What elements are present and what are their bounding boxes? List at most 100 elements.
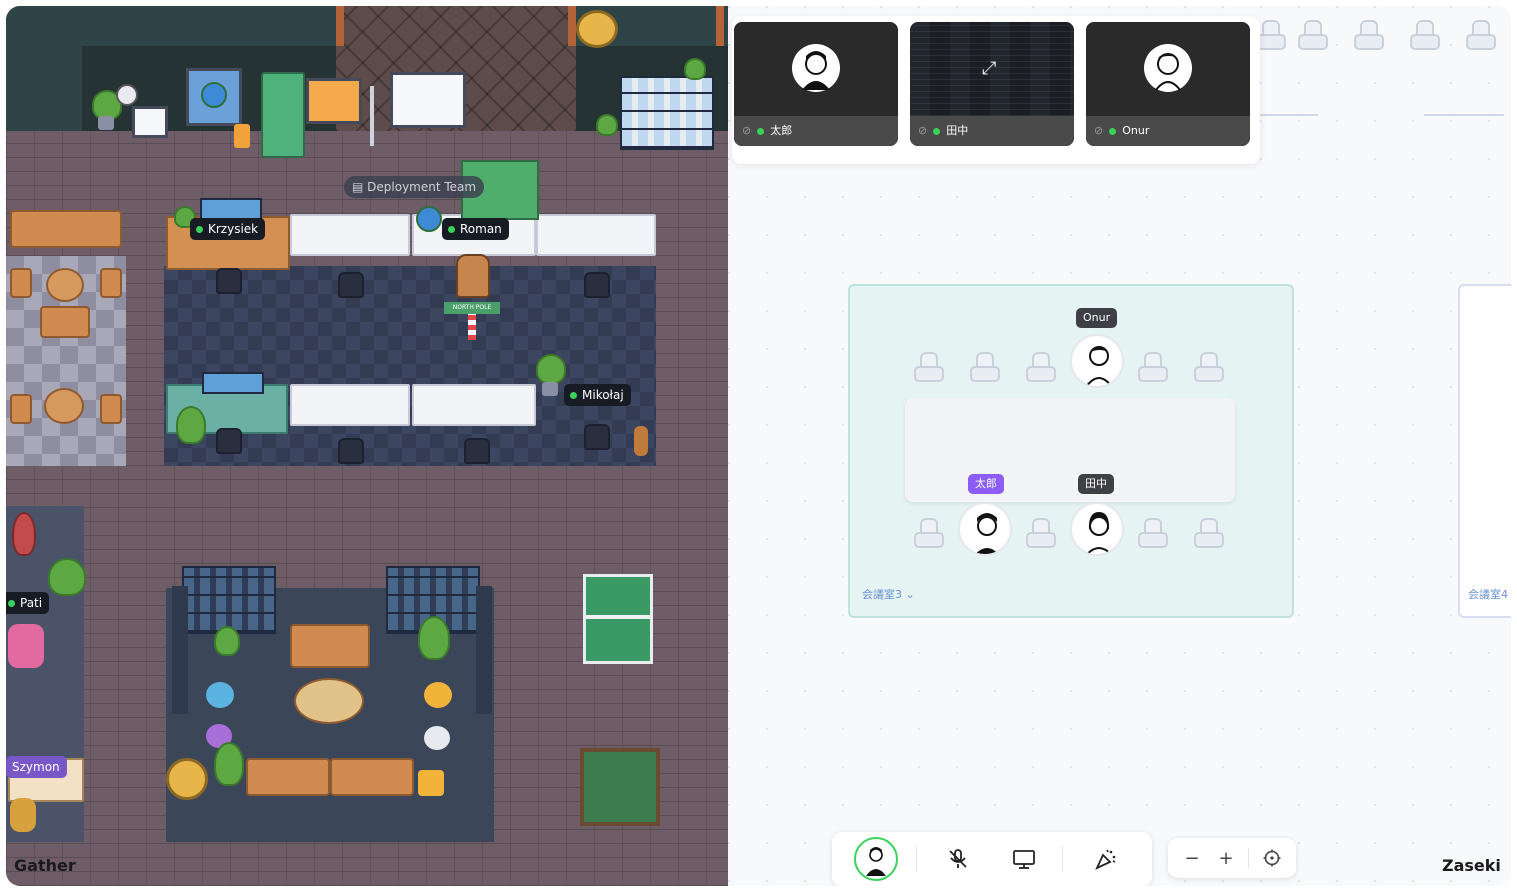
video-tile[interactable]: ⤢ ⊘ 田中 [910,22,1074,146]
avatar [792,44,840,92]
player-avatar-roman[interactable] [456,254,490,298]
desk[interactable] [412,384,536,426]
monitor-icon [200,198,262,220]
online-dot [757,127,765,135]
beanbag[interactable] [206,682,234,708]
player-tag[interactable]: Krzysiek [190,218,266,240]
seat[interactable] [1256,20,1286,50]
player-tag[interactable]: Mikołaj [564,384,631,406]
mic-muted-icon: ⊘ [1094,124,1104,137]
sofa [290,624,370,668]
online-dot [8,600,15,607]
desk[interactable] [536,214,656,256]
expand-icon[interactable]: ⤢ [982,58,996,79]
ping-pong-table[interactable] [583,574,653,664]
chair [100,394,122,424]
video-tile[interactable]: ⊘ Onur [1086,22,1250,146]
desk[interactable] [290,384,410,426]
office-chair[interactable] [338,272,364,298]
online-dot [570,392,577,399]
chair [100,268,122,298]
self-avatar-button[interactable] [854,837,898,881]
beanbag[interactable] [424,682,452,708]
sofa [246,758,330,796]
chair [10,268,32,298]
seat[interactable] [1194,352,1224,382]
mic-muted-icon: ⊘ [918,124,928,137]
chart-board-icon [132,106,168,138]
whiteboard[interactable] [390,72,466,128]
effects-icon[interactable] [1088,841,1124,877]
screen-share-icon[interactable] [1006,841,1042,877]
meeting-room-next[interactable]: 会議室4 [1458,284,1511,618]
armchair [8,624,44,668]
gong-icon[interactable] [166,758,208,800]
stool [418,770,444,796]
app-frame: NORTH POLE ▤ Deployment Team Krzysiek Ro… [6,6,1511,886]
seat[interactable] [1194,518,1224,548]
divider [1424,114,1504,116]
video-tile-bar: ⊘ 太郎 [734,116,898,146]
office-chair[interactable] [216,268,242,294]
room-label[interactable]: 会議室3 ⌄ [862,586,915,602]
seat[interactable] [1466,20,1496,50]
beanbag[interactable] [424,726,450,750]
lounge-wall [172,586,188,714]
seat[interactable] [914,352,944,382]
room-label-text: 会議室3 [862,588,902,601]
zoom-out-button[interactable]: − [1178,844,1206,872]
desk[interactable] [290,214,410,256]
mic-muted-icon[interactable] [940,841,976,877]
office-chair[interactable] [464,438,490,464]
plant-icon [176,406,206,444]
foosball-table[interactable] [580,748,660,826]
plant-icon [596,114,618,136]
plant-pot [98,116,114,130]
seat[interactable] [1354,20,1384,50]
office-chair[interactable] [584,272,610,298]
seat[interactable] [1026,518,1056,548]
coat-rack-icon [370,86,374,146]
zaseki-canvas[interactable]: ⊘ 太郎 ⤢ ⊘ 田中 ⊘ Onur Onur 太郎 田中 会議室3 ⌄ 会議室… [728,6,1511,886]
seat[interactable] [1026,352,1056,382]
arcade-machine[interactable] [261,72,305,158]
player-tag[interactable]: Roman [442,218,509,240]
avatar[interactable] [1070,334,1124,388]
avatar[interactable] [1070,502,1124,556]
seat[interactable] [1298,20,1328,50]
bookshelf [182,566,276,634]
occupant-tag: 田中 [1078,474,1114,494]
app-label-zaseki: Zaseki [1442,856,1501,875]
seat[interactable] [970,352,1000,382]
office-chair[interactable] [584,424,610,450]
candy-pole [468,314,476,340]
office-chair[interactable] [216,428,242,454]
avatar[interactable] [958,502,1012,556]
seat[interactable] [1138,352,1168,382]
video-tile-name: 田中 [946,124,969,137]
player-tag[interactable]: Pati [6,592,50,614]
zoom-in-button[interactable]: + [1212,844,1240,872]
plant-icon [684,58,706,80]
globe-icon [416,206,442,232]
seat[interactable] [1138,518,1168,548]
cone-icon [234,124,250,148]
recenter-icon[interactable] [1258,844,1286,872]
app-label-gather: Gather [14,856,76,875]
chevron-down-icon: ⌄ [905,588,915,601]
door-trim [716,6,724,46]
gong-icon[interactable] [576,10,618,48]
video-tile[interactable]: ⊘ 太郎 [734,22,898,146]
divider [1062,846,1063,872]
video-strip: ⊘ 太郎 ⤢ ⊘ 田中 ⊘ Onur [732,16,1260,164]
seat[interactable] [914,518,944,548]
monitor-icon [202,372,264,394]
office-chair[interactable] [338,438,364,464]
seat[interactable] [1410,20,1440,50]
zone-label: ▤ Deployment Team [344,176,485,198]
gather-map[interactable]: NORTH POLE ▤ Deployment Team Krzysiek Ro… [6,6,728,886]
clock-icon [116,84,138,106]
meeting-room[interactable]: Onur 太郎 田中 会議室3 ⌄ [848,284,1294,618]
player-tag[interactable]: Szymon [6,756,67,778]
player-avatar-szymon[interactable] [10,798,36,832]
